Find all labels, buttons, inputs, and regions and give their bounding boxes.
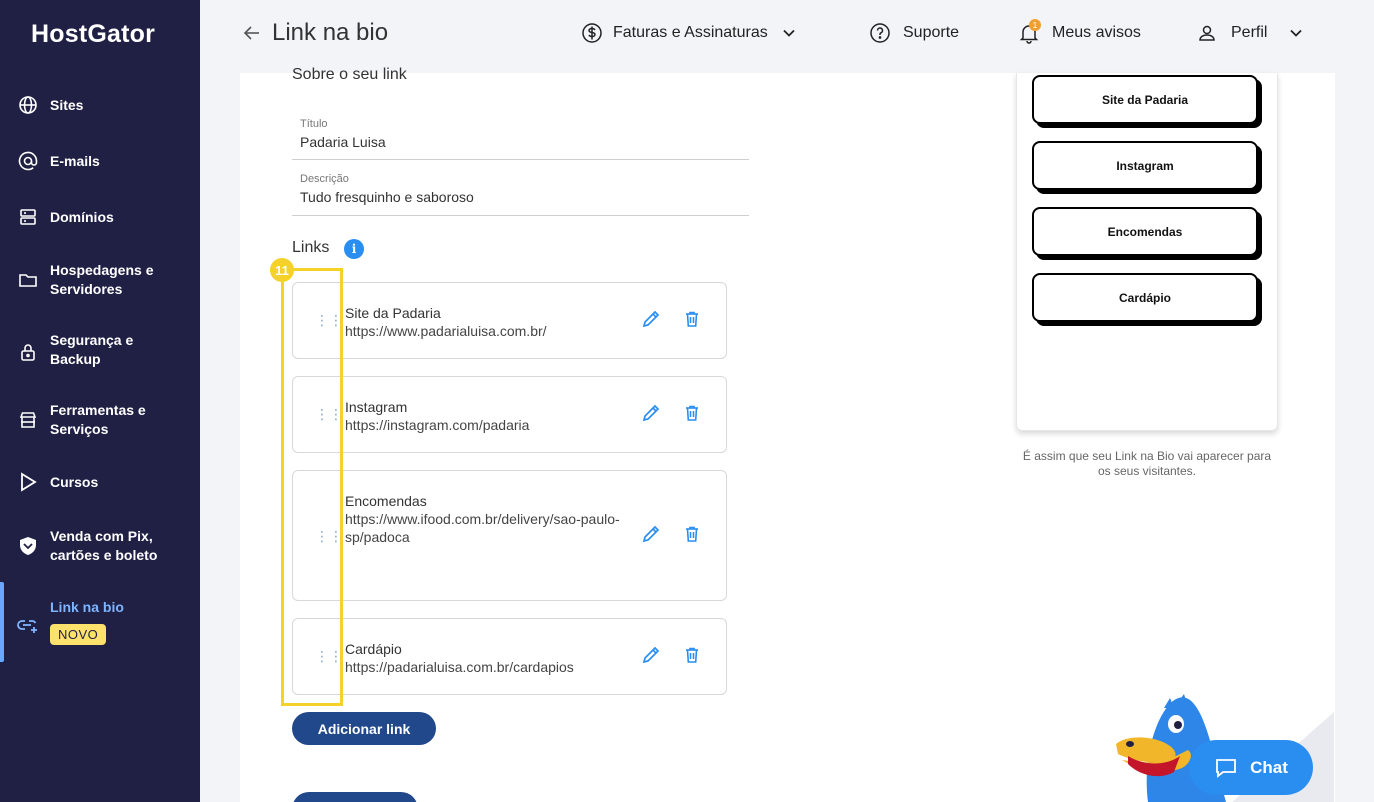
link-name: Cardápio [345,641,402,657]
sidebar-item-label: Sites [50,96,84,113]
help-circle-icon [870,23,890,43]
brand-logo[interactable]: HostGator [31,20,155,49]
link-name: Site da Padaria [345,305,441,321]
dollar-circle-icon [582,23,602,43]
chat-label: Chat [1250,757,1288,777]
sidebar-item-label: Hospedagens e Servidores [50,262,154,297]
chat-button[interactable]: Chat [1189,740,1313,795]
server-icon [17,206,39,228]
user-icon [1199,25,1215,41]
step-badge: 11 [270,258,294,282]
delete-icon[interactable] [680,522,704,546]
page-title: Link na bio [272,19,389,46]
back-button[interactable] [242,0,262,66]
sidebar-item-link-na-bio[interactable]: Link na bio [0,596,200,633]
sidebar: HostGator Sites E-mails Domínios Hospeda… [0,0,200,802]
sidebar-item-label: Venda com Pix, cartões e boleto [50,528,158,563]
link-card[interactable]: ⋮⋮ Instagram https://instagram.com/padar… [292,376,727,453]
billing-menu[interactable]: Faturas e Assinaturas [581,0,796,66]
shield-icon [17,535,39,557]
arrow-left-icon [243,26,259,40]
chevron-down-icon [783,29,795,37]
edit-icon[interactable] [639,307,663,331]
link-url: https://padarialuisa.com.br/cardapios [345,659,574,675]
title-field-label: Título [300,118,328,130]
preview-caption: É assim que seu Link na Bio vai aparecer… [1022,449,1272,478]
link-url: https://www.padarialuisa.com.br/ [345,323,547,339]
edit-icon[interactable] [639,401,663,425]
title-field-value[interactable]: Padaria Luisa [300,134,749,150]
link-url: https://instagram.com/padaria [345,417,530,433]
at-icon [17,150,39,172]
delete-icon[interactable] [680,643,704,667]
link-name: Instagram [345,399,408,415]
link-card[interactable]: ⋮⋮ Cardápio https://padarialuisa.com.br/… [292,618,727,695]
description-field-value[interactable]: Tudo fresquinho e saboroso [300,189,749,205]
delete-icon[interactable] [680,401,704,425]
play-icon [17,471,39,493]
preview-link-button: Cardápio [1032,273,1258,322]
sidebar-item-payments[interactable]: Venda com Pix, cartões e boleto [0,526,200,566]
support-link[interactable]: Suporte [869,0,959,66]
preview-link-button: Encomendas [1032,207,1258,256]
link-name: Encomendas [345,493,427,509]
sidebar-item-security[interactable]: Segurança e Backup [0,330,200,370]
preview-link-button: Instagram [1032,141,1258,190]
sidebar-item-label: Cursos [50,473,99,490]
notices-menu[interactable]: 1 Meus avisos [1018,0,1141,66]
link-add-icon [17,614,39,636]
links-title: Links [292,239,330,256]
edit-icon[interactable] [639,522,663,546]
field-underline [292,215,749,216]
sidebar-item-emails[interactable]: E-mails [0,150,200,172]
billing-label: Faturas e Assinaturas [613,24,768,41]
chat-bubble-icon [1216,758,1237,778]
sidebar-item-domains[interactable]: Domínios [0,206,200,228]
chevron-down-icon [1290,29,1303,37]
sidebar-item-label: Segurança e Backup [50,332,134,367]
folder-icon [17,269,39,291]
sidebar-item-label: Link na bio [50,598,124,615]
sidebar-item-hosting[interactable]: Hospedagens e Servidores [0,260,200,300]
support-label: Suporte [903,24,960,41]
store-icon [17,409,39,431]
section-title: Sobre o seu link [292,66,407,83]
description-field[interactable]: Descrição Tudo fresquinho e saboroso [300,173,749,205]
top-header: Link na bio Faturas e Assinaturas Suport… [200,0,1374,66]
sidebar-item-label: E-mails [50,152,100,169]
field-underline [292,159,749,160]
info-icon[interactable]: i [344,239,364,259]
save-button[interactable] [292,792,418,802]
notices-label: Meus avisos [1052,24,1141,41]
profile-label: Perfil [1231,24,1268,41]
bell-icon: 1 [1018,19,1041,44]
link-card[interactable]: ⋮⋮ Site da Padaria https://www.padarialu… [292,282,727,359]
sidebar-item-label: Ferramentas e Serviços [50,402,146,437]
profile-menu[interactable]: Perfil [1197,0,1303,66]
sidebar-item-tools[interactable]: Ferramentas e Serviços [0,400,200,440]
lock-icon [17,341,39,363]
title-field[interactable]: Título Padaria Luisa [300,118,749,150]
sidebar-item-courses[interactable]: Cursos [0,471,200,493]
delete-icon[interactable] [680,307,704,331]
preview-link-button: Site da Padaria [1032,75,1258,124]
active-indicator [0,582,4,662]
link-url: https://www.ifood.com.br/delivery/sao-pa… [345,511,620,545]
sidebar-item-label: Domínios [50,208,114,225]
description-field-label: Descrição [300,173,349,185]
sidebar-item-sites[interactable]: Sites [0,94,200,116]
new-badge: NOVO [50,624,107,645]
edit-icon[interactable] [639,643,663,667]
globe-icon [17,94,39,116]
tutorial-highlight [281,268,343,706]
notification-count-badge: 1 [1029,19,1041,31]
add-link-button[interactable]: Adicionar link [292,712,436,745]
link-card[interactable]: ⋮⋮ Encomendas https://www.ifood.com.br/d… [292,470,727,601]
